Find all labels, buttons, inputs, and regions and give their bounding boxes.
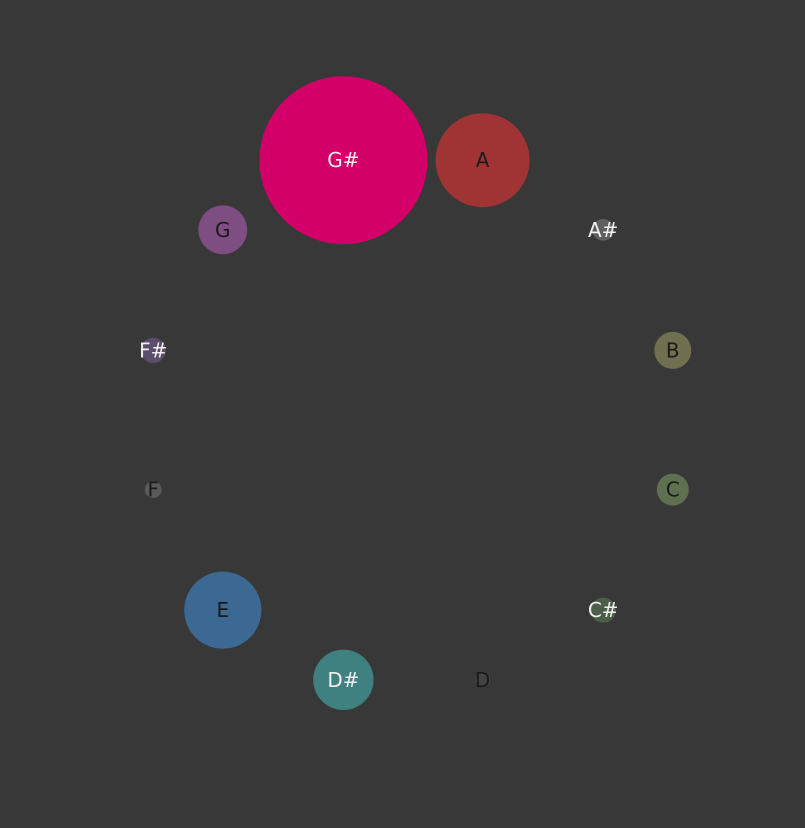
chromatic-bubble-chart: A A# B C C# D D# E F F# G G# [0, 0, 805, 828]
note-bubble-d-sharp: D# [313, 649, 374, 710]
note-label-g: G [215, 218, 231, 242]
note-label-a-sharp: A# [588, 218, 618, 242]
note-bubble-f-sharp: F# [139, 337, 167, 363]
note-label-d: D [475, 668, 490, 692]
note-bubble-d: D [475, 668, 490, 692]
note-bubble-c-sharp: C# [588, 597, 619, 623]
note-label-c: C [666, 478, 680, 502]
note-label-d-sharp: D# [327, 668, 359, 692]
note-label-b: B [666, 338, 680, 362]
note-bubble-c: C [656, 473, 689, 506]
note-bubble-a: A [435, 113, 530, 208]
note-label-a: A [476, 148, 490, 172]
note-label-f-sharp: F# [139, 338, 167, 362]
note-bubble-g-sharp: G# [259, 76, 428, 245]
note-label-f: F [147, 478, 159, 502]
note-bubble-g: G [198, 205, 248, 255]
note-bubble-b: B [654, 331, 692, 369]
note-label-g-sharp: G# [327, 148, 359, 172]
note-bubble-e: E [184, 571, 262, 649]
note-bubble-f: F [144, 478, 162, 502]
note-bubble-a-sharp: A# [588, 218, 618, 242]
note-label-c-sharp: C# [588, 598, 619, 622]
note-label-e: E [216, 598, 229, 622]
chart-canvas: A A# B C C# D D# E F F# G G# [139, 76, 692, 710]
